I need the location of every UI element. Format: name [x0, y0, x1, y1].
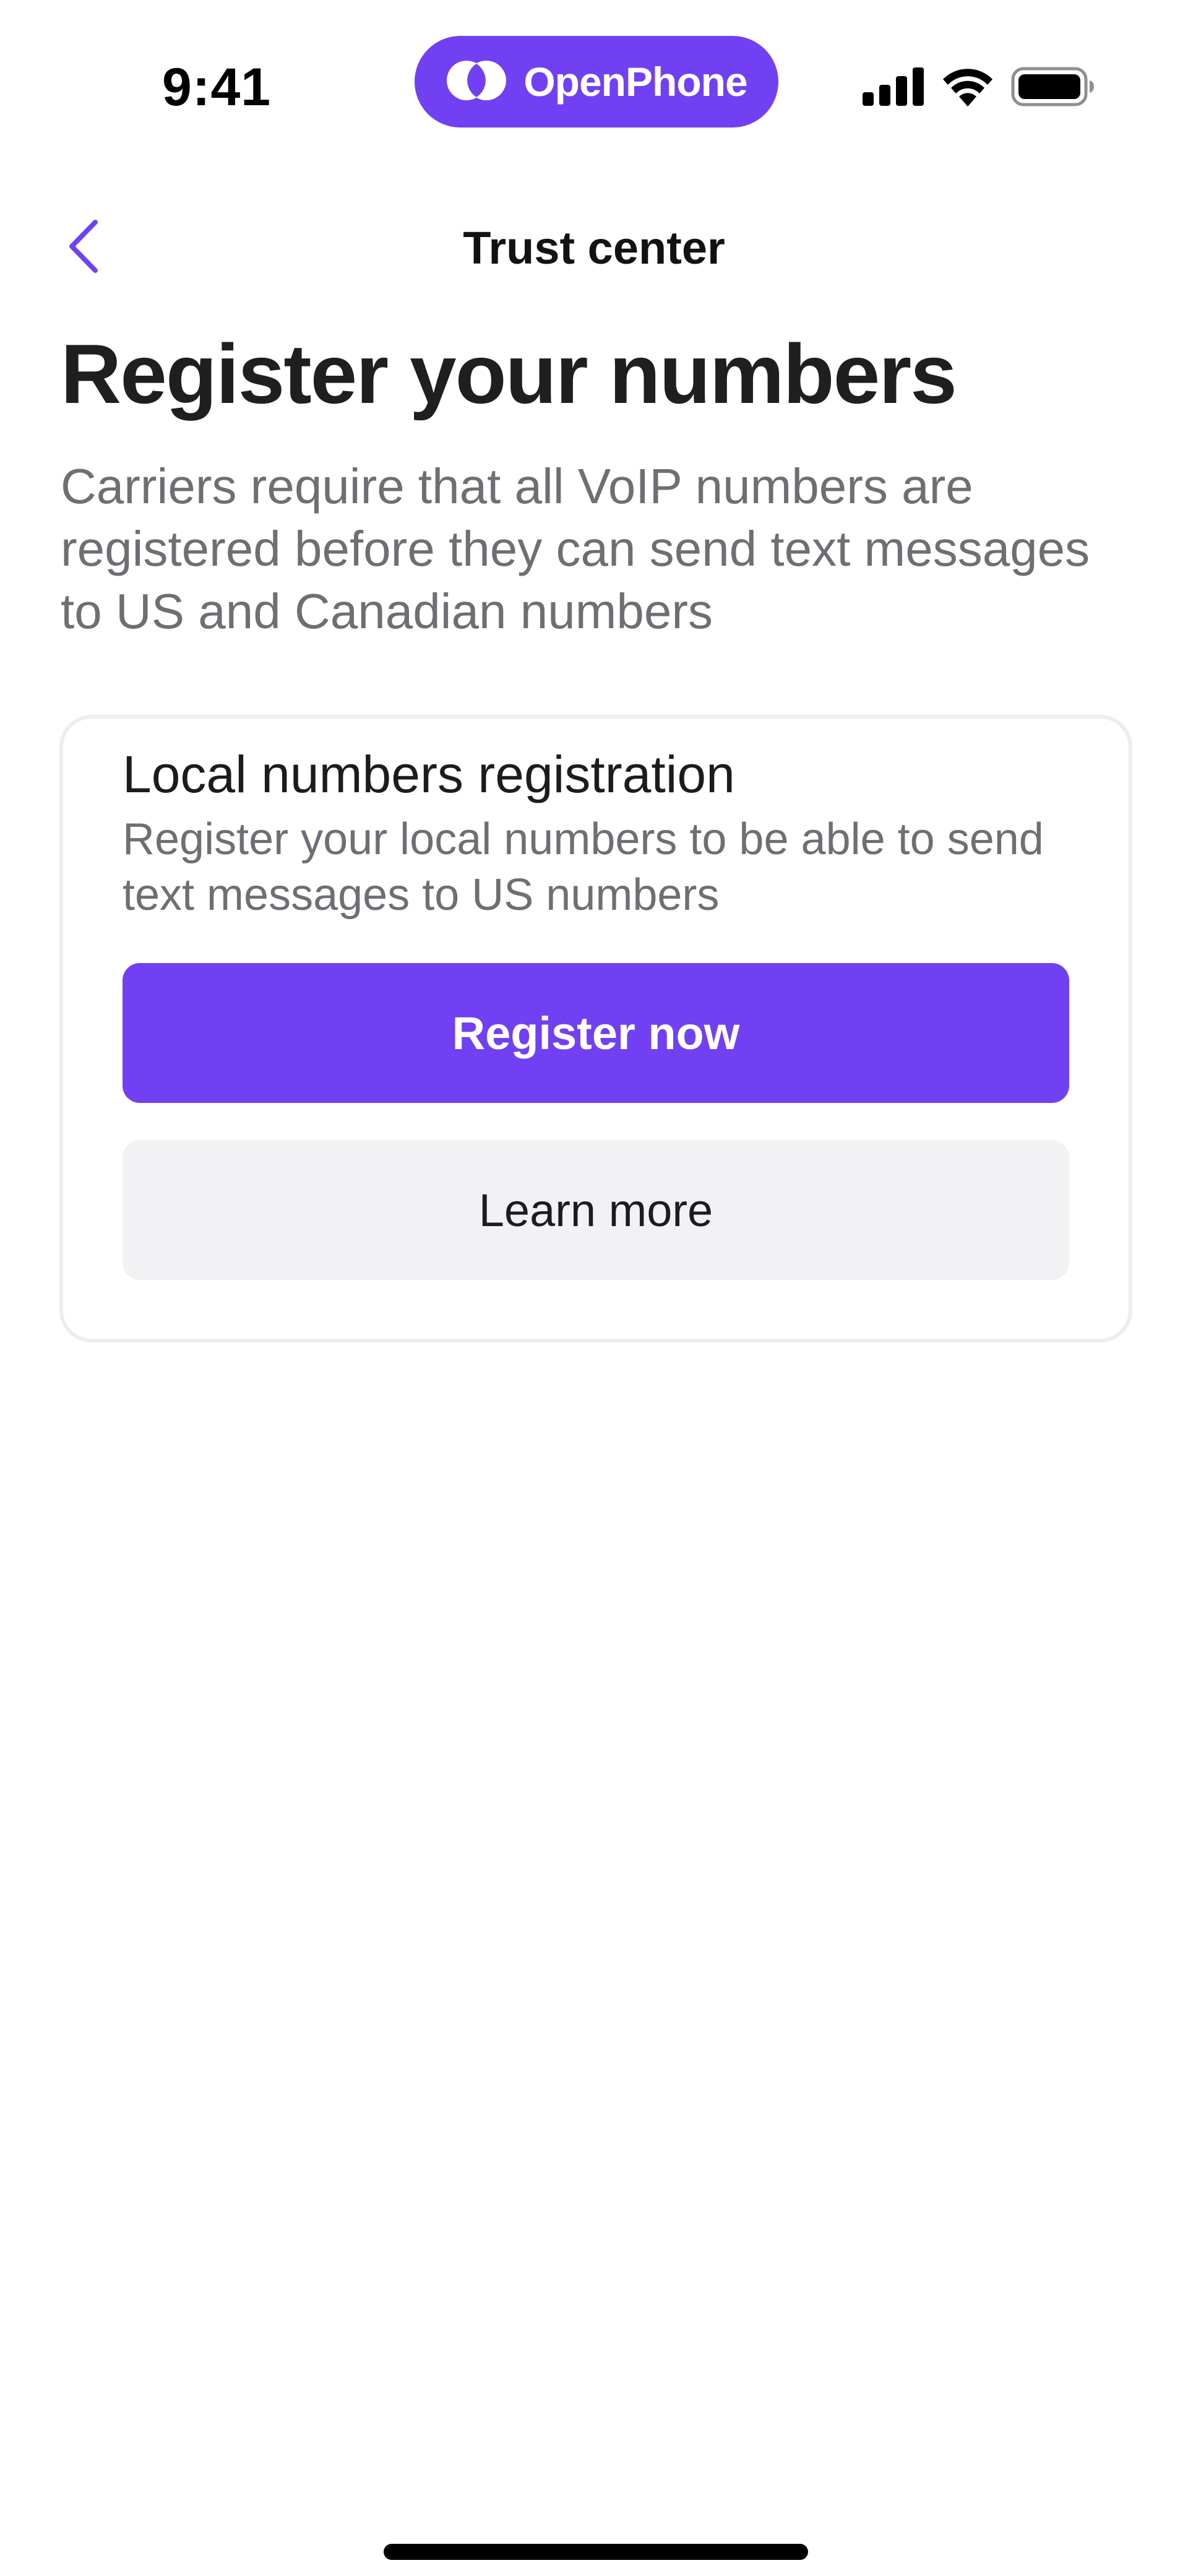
- status-bar: 9:41 OpenPhone: [0, 0, 1188, 161]
- page-subtitle: Carriers require that all VoIP numbers a…: [61, 459, 1090, 639]
- openphone-logo-icon: [446, 57, 507, 107]
- card-description: Register your local numbers to be able t…: [123, 815, 1044, 920]
- card-title: Local numbers registration: [123, 745, 735, 803]
- navigation-bar: Trust center: [0, 204, 1188, 291]
- register-now-button[interactable]: Register now: [123, 963, 1069, 1103]
- brand-name: OpenPhone: [523, 59, 747, 105]
- battery-icon: [1011, 67, 1095, 110]
- page-title: Register your numbers: [61, 327, 957, 421]
- brand-pill: OpenPhone: [415, 36, 778, 128]
- learn-more-button[interactable]: Learn more: [123, 1140, 1069, 1280]
- status-time: 9:41: [162, 58, 272, 117]
- nav-title: Trust center: [463, 222, 725, 274]
- cellular-signal-icon: [863, 67, 924, 109]
- status-icons: [863, 67, 1095, 110]
- wifi-icon: [940, 67, 995, 110]
- home-indicator[interactable]: [384, 2544, 808, 2560]
- local-numbers-registration-card: Local numbers registration Register your…: [59, 715, 1132, 1342]
